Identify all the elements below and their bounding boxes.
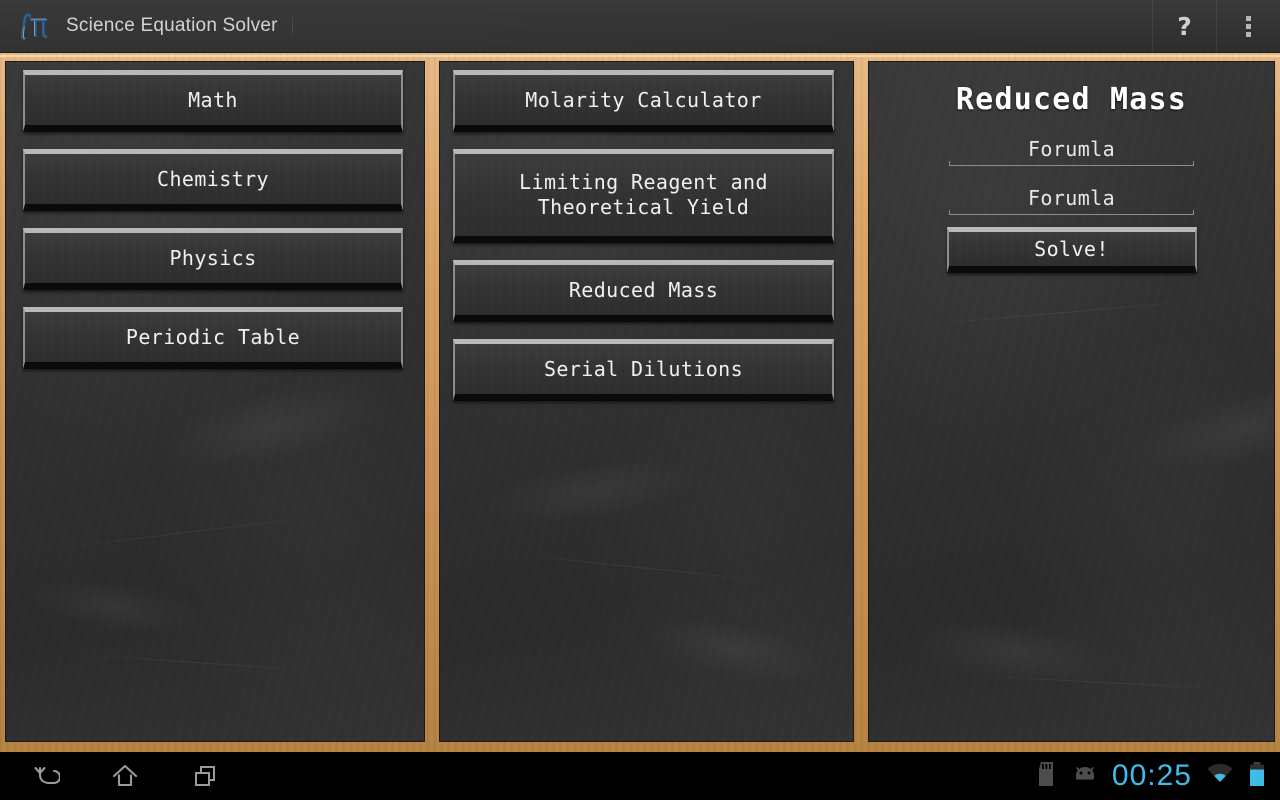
recent-apps-icon bbox=[195, 766, 215, 786]
formula-field-1-value[interactable]: Forumla bbox=[949, 137, 1194, 165]
category-label: Chemistry bbox=[157, 166, 269, 191]
solve-button[interactable]: Solve! bbox=[946, 227, 1197, 273]
formula-field-2[interactable]: Forumla bbox=[949, 186, 1194, 215]
status-clock: 00:25 bbox=[1111, 759, 1192, 792]
formula-field-1-underline bbox=[949, 161, 1194, 166]
title-bar: Science Equation Solver ? bbox=[0, 0, 1280, 53]
formula-field-2-underline bbox=[949, 210, 1194, 215]
system-navigation-bar: 00:25 bbox=[0, 752, 1280, 800]
category-button-math[interactable]: Math bbox=[23, 70, 403, 132]
title-divider bbox=[291, 11, 293, 41]
home-icon bbox=[112, 764, 138, 787]
app-root: Science Equation Solver ? Math Chemistry bbox=[0, 0, 1280, 800]
overflow-menu-icon bbox=[1246, 15, 1251, 37]
tool-button-reduced-mass[interactable]: Reduced Mass bbox=[453, 260, 834, 322]
battery-icon bbox=[1248, 761, 1266, 792]
category-button-periodic-table[interactable]: Periodic Table bbox=[23, 307, 403, 369]
integral-pi-logo-icon bbox=[12, 4, 56, 48]
solve-button-wrap: Solve! bbox=[892, 227, 1251, 273]
sd-card-icon bbox=[1036, 761, 1058, 792]
formula-field-2-value[interactable]: Forumla bbox=[949, 186, 1194, 214]
panels-container: Math Chemistry Physics Periodic Table Mo… bbox=[0, 53, 1280, 752]
back-button[interactable] bbox=[24, 756, 66, 796]
category-label: Math bbox=[188, 87, 238, 112]
back-arrow-icon bbox=[34, 766, 60, 785]
formula-field-1[interactable]: Forumla bbox=[949, 137, 1194, 166]
category-button-physics[interactable]: Physics bbox=[23, 228, 403, 290]
tool-button-serial-dilutions[interactable]: Serial Dilutions bbox=[453, 339, 834, 401]
help-button[interactable]: ? bbox=[1152, 0, 1216, 53]
solver-title: Reduced Mass bbox=[955, 82, 1188, 117]
overflow-menu-button[interactable] bbox=[1216, 0, 1280, 53]
solver-panel: Reduced Mass Forumla Forumla Solve! bbox=[868, 61, 1275, 742]
solve-button-label: Solve! bbox=[1034, 236, 1109, 261]
tools-panel: Molarity Calculator Limiting Reagent and… bbox=[439, 61, 854, 742]
title-bar-actions: ? bbox=[1152, 0, 1280, 53]
tool-button-molarity-calculator[interactable]: Molarity Calculator bbox=[453, 70, 834, 132]
recent-apps-button[interactable] bbox=[184, 756, 226, 796]
solver-form: Reduced Mass Forumla Forumla Solve! bbox=[878, 82, 1265, 273]
category-button-chemistry[interactable]: Chemistry bbox=[23, 149, 403, 211]
tool-label: Serial Dilutions bbox=[543, 356, 744, 381]
help-question-icon: ? bbox=[1177, 11, 1192, 41]
app-title: Science Equation Solver bbox=[66, 15, 278, 36]
nav-buttons bbox=[0, 756, 226, 796]
category-label: Periodic Table bbox=[125, 324, 301, 349]
tool-label: Molarity Calculator bbox=[525, 87, 762, 112]
tool-label: Limiting Reagent and Theoretical Yield bbox=[519, 170, 768, 219]
wifi-icon bbox=[1206, 763, 1234, 790]
android-head-icon bbox=[1072, 764, 1098, 789]
categories-panel: Math Chemistry Physics Periodic Table bbox=[5, 61, 425, 742]
home-button[interactable] bbox=[104, 756, 146, 796]
category-label: Physics bbox=[169, 245, 257, 270]
status-icons: 00:25 bbox=[1036, 761, 1280, 792]
tool-button-limiting-reagent[interactable]: Limiting Reagent and Theoretical Yield bbox=[453, 149, 834, 243]
tool-label: Reduced Mass bbox=[568, 277, 719, 302]
